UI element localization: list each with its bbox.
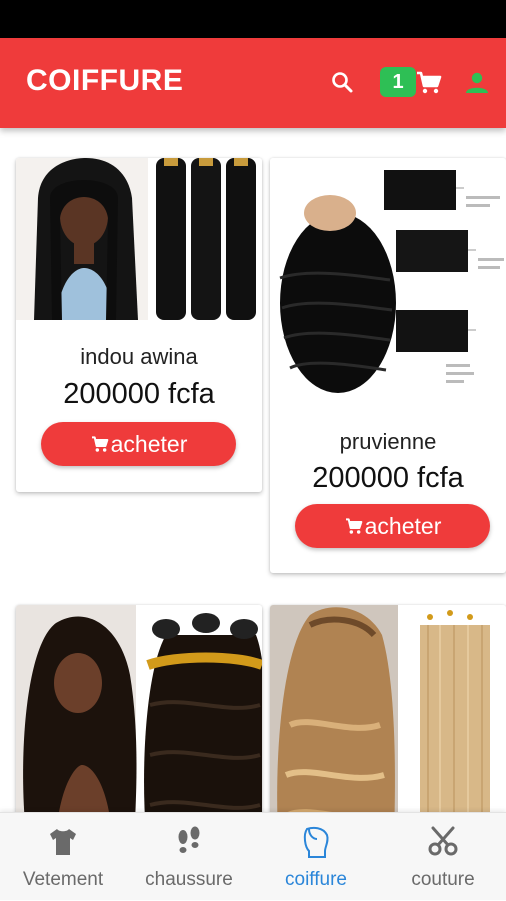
nav-label: couture [411,869,475,890]
nav-label: chaussure [145,869,233,890]
nav-item-chaussure[interactable]: chaussure [126,813,252,901]
product-price: 200000 fcfa [63,378,215,410]
cart-button[interactable] [414,68,444,98]
product-card[interactable]: indou awina 200000 fcfa acheter [16,158,262,492]
scissors-icon [428,826,458,856]
product-image-straight-hair [16,158,262,320]
nav-item-vetement[interactable]: Vetement [0,813,126,901]
product-image-wavy-dark-hair [16,605,262,835]
product-card[interactable] [16,605,262,835]
status-bar [0,0,506,38]
account-button[interactable] [462,68,492,98]
search-icon [332,72,353,93]
head-hair-icon [303,826,329,858]
nav-item-couture[interactable]: couture [380,813,506,901]
product-name: indou awina [80,344,198,369]
buy-button[interactable]: acheter [295,504,490,548]
cart-count-badge: 1 [380,67,416,97]
app-title: COIFFURE [26,64,184,97]
tshirt-icon [50,829,76,855]
search-button[interactable] [328,68,358,98]
app-bar: COIFFURE 1 [0,38,506,128]
cart-icon [345,518,362,534]
nav-label: Vetement [22,869,104,890]
cart-icon [91,436,108,452]
nav-item-coiffure[interactable]: coiffure [253,813,379,901]
buy-button-label: acheter [110,430,188,457]
cart-icon [417,71,442,94]
product-image-blonde-hair [270,605,506,835]
nav-label: coiffure [285,869,347,890]
product-image-curly-hair [270,158,506,403]
product-name: pruvienne [339,429,437,454]
buy-button-label: acheter [364,512,442,539]
product-card[interactable] [270,605,506,835]
account-icon [466,72,488,93]
product-price: 200000 fcfa [312,462,464,494]
bottom-navigation: Vetement chaussure coiffure couture [0,812,506,900]
footprints-icon [178,826,200,853]
buy-button[interactable]: acheter [41,422,236,466]
product-card[interactable]: pruvienne 200000 fcfa acheter [270,158,506,573]
